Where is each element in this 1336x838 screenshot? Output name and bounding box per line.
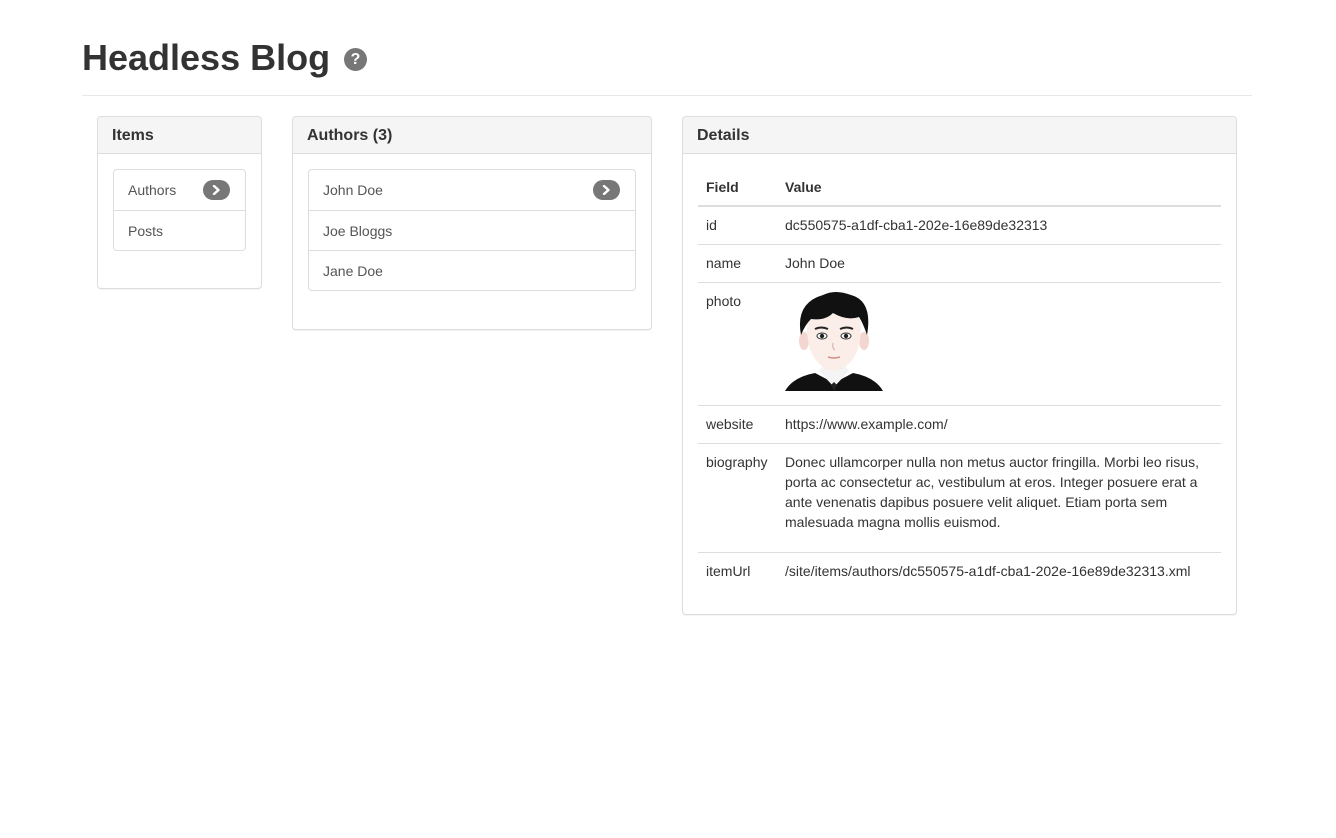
items-panel: Items Authors Posts (97, 116, 262, 289)
list-item-label: Authors (128, 182, 177, 198)
chevron-right-icon (593, 180, 620, 200)
list-item-label: Jane Doe (323, 263, 383, 279)
details-table-header: Field Value (698, 169, 1221, 207)
column-header-field: Field (698, 169, 777, 207)
list-item-label: Posts (128, 223, 164, 239)
authors-list-item-jane-doe[interactable]: Jane Doe (309, 250, 635, 290)
table-row: itemUrl /site/items/authors/dc550575-a1d… (698, 552, 1221, 590)
column-header-value: Value (777, 169, 1221, 207)
field-cell: biography (698, 443, 777, 553)
list-item-label: John Doe (323, 182, 383, 198)
field-cell: itemUrl (698, 552, 777, 590)
table-row: biography Donec ullamcorper nulla non me… (698, 443, 1221, 553)
field-cell: photo (698, 282, 777, 406)
authors-panel: Authors (3) John Doe Joe Bloggs Jane Doe (292, 116, 652, 330)
question-circle-icon[interactable]: ? (343, 47, 367, 71)
field-cell: name (698, 244, 777, 283)
value-cell: dc550575-a1df-cba1-202e-16e89de32313 (785, 217, 1048, 233)
table-row: photo (698, 282, 1221, 406)
value-cell: https://www.example.com/ (777, 405, 1221, 444)
table-row: website https://www.example.com/ (698, 405, 1221, 444)
details-panel: Details Field Value id dc550575-a1df-cba… (682, 116, 1237, 615)
items-panel-title: Items (98, 117, 261, 154)
value-cell (777, 282, 1221, 406)
details-table: Field Value id dc550575-a1df-cba1-202e-1… (698, 169, 1221, 590)
items-list-item-posts[interactable]: Posts (114, 210, 245, 250)
page-header: Headless Blog ? (82, 36, 1252, 96)
table-row: id dc550575-a1df-cba1-202e-16e89de32313 (698, 206, 1221, 245)
value-cell: John Doe (777, 244, 1221, 283)
field-cell: website (698, 405, 777, 444)
authors-list-item-john-doe[interactable]: John Doe (309, 170, 635, 210)
authors-list-item-joe-bloggs[interactable]: Joe Bloggs (309, 210, 635, 250)
author-photo (785, 292, 883, 391)
authors-list: John Doe Joe Bloggs Jane Doe (308, 169, 636, 291)
details-panel-title: Details (683, 117, 1236, 154)
chevron-right-icon (203, 180, 230, 200)
field-cell: id (706, 217, 717, 233)
items-list-item-authors[interactable]: Authors (114, 170, 245, 210)
authors-panel-title: Authors (3) (293, 117, 651, 154)
list-item-label: Joe Bloggs (323, 223, 393, 239)
page-title: Headless Blog (82, 37, 331, 78)
items-list: Authors Posts (113, 169, 246, 251)
value-cell: /site/items/authors/dc550575-a1df-cba1-2… (777, 552, 1221, 590)
value-cell: Donec ullamcorper nulla non metus auctor… (777, 443, 1221, 553)
table-row: name John Doe (698, 244, 1221, 283)
